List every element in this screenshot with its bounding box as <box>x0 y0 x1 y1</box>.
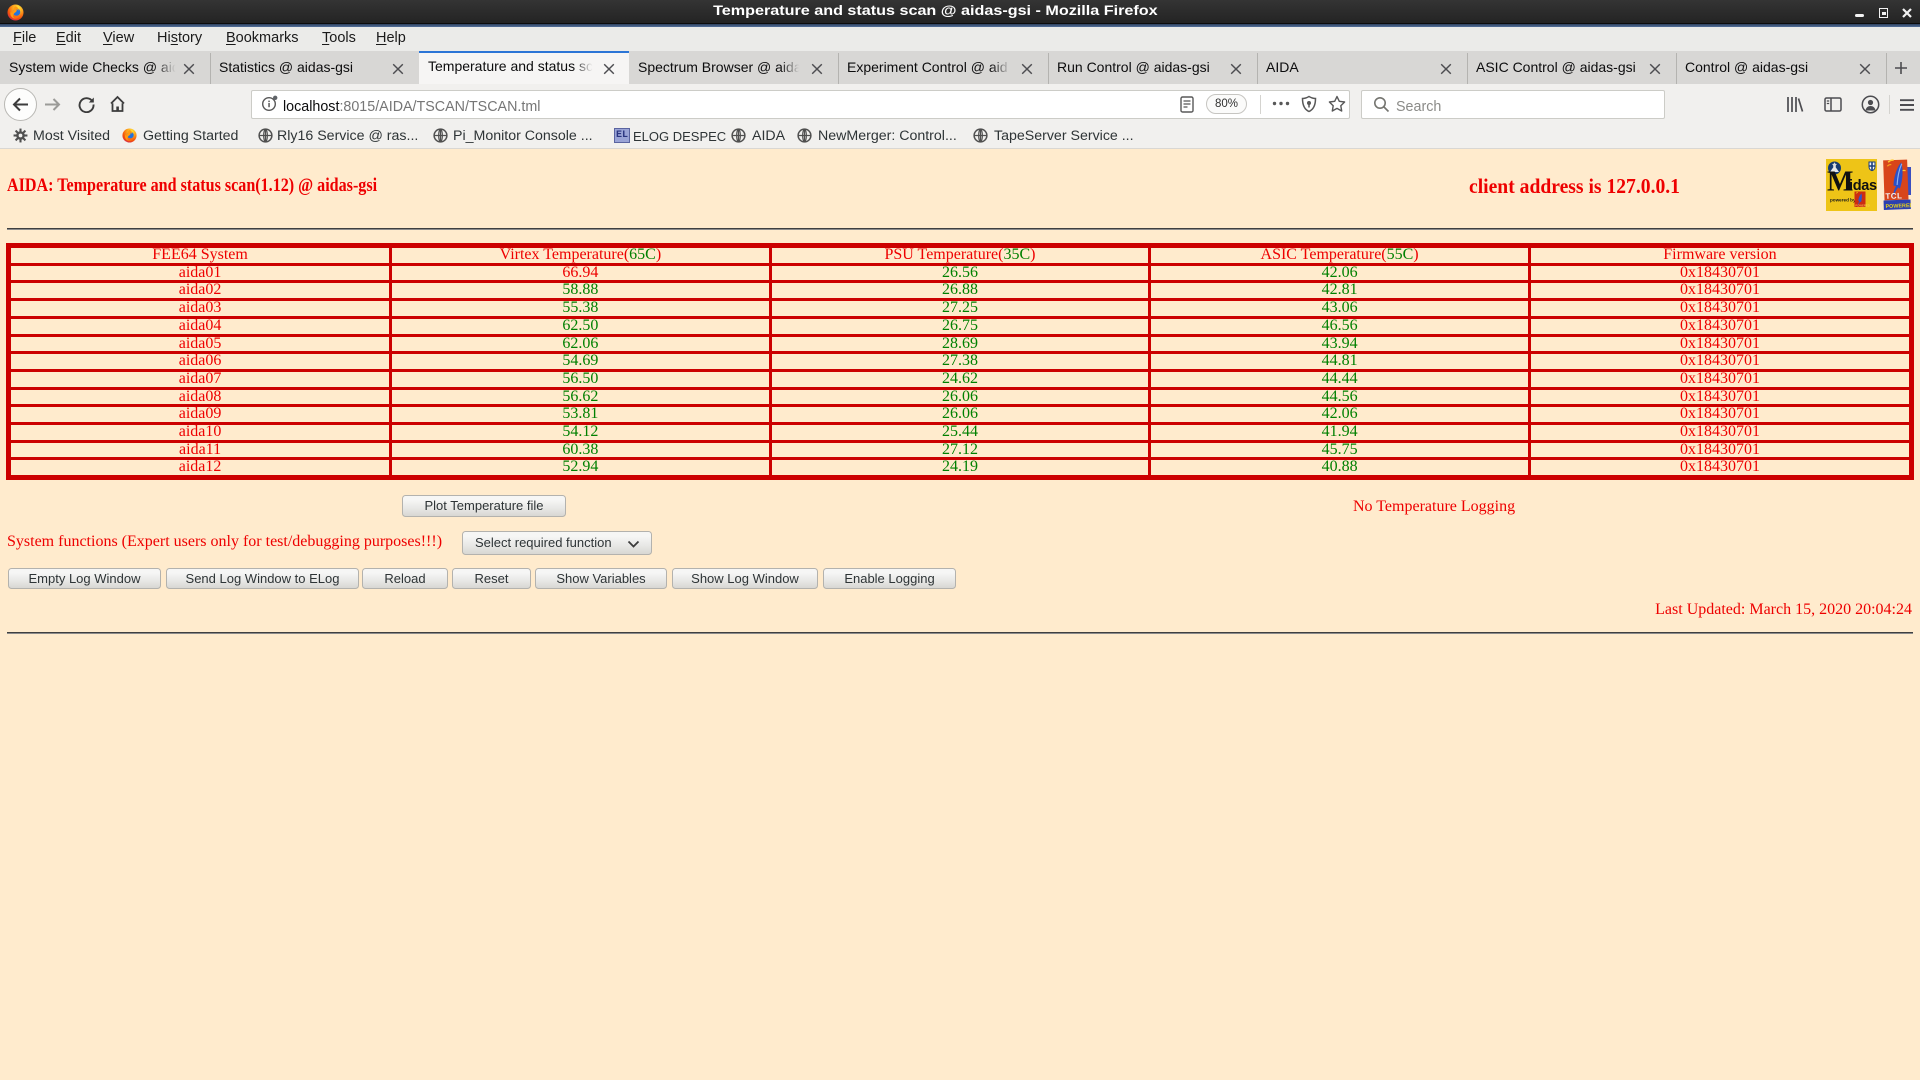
svg-text:POWERED: POWERED <box>1885 203 1911 210</box>
svg-text:powered by: powered by <box>1830 198 1856 203</box>
svg-text:POWERED: POWERED <box>1855 203 1869 207</box>
svg-text:TCL: TCL <box>1885 191 1902 201</box>
